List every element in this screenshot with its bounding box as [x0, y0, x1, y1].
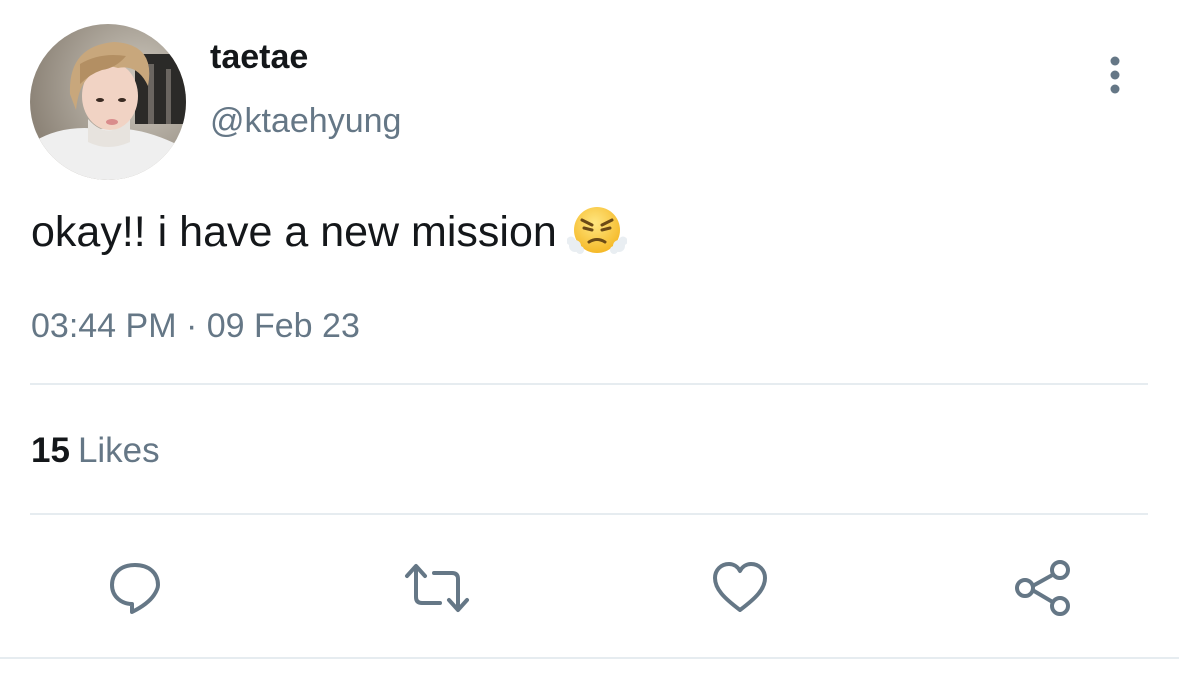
likes-count: 15 [31, 431, 70, 470]
author-handle[interactable]: @ktaehyung [210, 102, 401, 141]
avatar[interactable] [30, 24, 186, 180]
author-display-name[interactable]: taetae [210, 38, 308, 77]
reply-icon [110, 563, 160, 614]
divider [30, 383, 1148, 385]
heart-icon [713, 562, 767, 612]
avatar-image [30, 24, 186, 180]
likes-label: Likes [77, 431, 160, 470]
divider [0, 657, 1179, 659]
retweet-button[interactable] [404, 555, 470, 621]
retweet-icon [405, 564, 469, 612]
divider [30, 513, 1148, 515]
more-vertical-icon[interactable] [1098, 56, 1132, 96]
tweet-text: okay!! i have a new mission [31, 208, 557, 256]
tweet-timestamp[interactable]: 03:44 PM · 09 Feb 23 [31, 307, 360, 346]
like-button[interactable] [707, 555, 773, 621]
reply-button[interactable] [102, 555, 168, 621]
share-icon [1015, 560, 1070, 616]
tweet-text-row: okay!! i have a new mission [31, 204, 628, 260]
likes-summary[interactable]: 15 Likes [31, 431, 160, 471]
face-with-steam-from-nose-emoji [566, 204, 628, 258]
share-button[interactable] [1010, 555, 1076, 621]
